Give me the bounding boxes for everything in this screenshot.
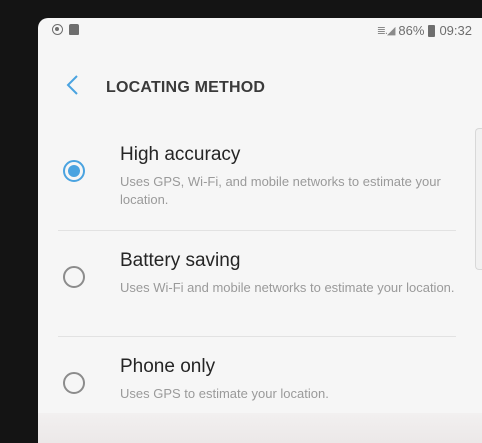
option-description: Uses GPS, Wi-Fi, and mobile networks to … xyxy=(120,174,441,207)
battery-percent: 86% xyxy=(398,23,425,38)
option-title: High accuracy xyxy=(120,144,241,165)
wifi-signal-icon: ≣.◢ xyxy=(376,25,396,37)
device-bezel: ≣.◢ 86% 09:32 LOCATING METHOD High accur… xyxy=(0,0,482,443)
option-title: Battery saving xyxy=(120,250,241,271)
option-battery-saving[interactable]: Battery saving Uses Wi-Fi and mobile net… xyxy=(38,230,482,336)
status-bar: ≣.◢ 86% 09:32 xyxy=(38,18,482,44)
option-description: Uses GPS to estimate your location. xyxy=(120,386,329,401)
clock: 09:32 xyxy=(439,23,472,38)
bottom-area xyxy=(38,413,482,443)
page-title: LOCATING METHOD xyxy=(106,79,266,96)
option-high-accuracy[interactable]: High accuracy Uses GPS, Wi-Fi, and mobil… xyxy=(38,124,482,230)
chevron-left-icon[interactable] xyxy=(62,72,84,98)
battery-icon xyxy=(428,24,436,37)
radio-high-accuracy[interactable] xyxy=(63,160,85,182)
phone-screen: ≣.◢ 86% 09:32 LOCATING METHOD High accur… xyxy=(38,18,482,443)
radio-battery-saving[interactable] xyxy=(63,266,85,288)
shopping-bag-icon xyxy=(69,24,79,35)
option-description: Uses Wi-Fi and mobile networks to estima… xyxy=(120,280,455,295)
radio-phone-only[interactable] xyxy=(63,372,85,394)
option-title: Phone only xyxy=(120,356,216,377)
record-icon xyxy=(52,24,63,35)
app-bar: LOCATING METHOD xyxy=(38,66,482,106)
status-left-icons xyxy=(52,24,79,35)
status-right: ≣.◢ 86% 09:32 xyxy=(377,23,472,38)
locating-method-options: High accuracy Uses GPS, Wi-Fi, and mobil… xyxy=(38,124,482,442)
